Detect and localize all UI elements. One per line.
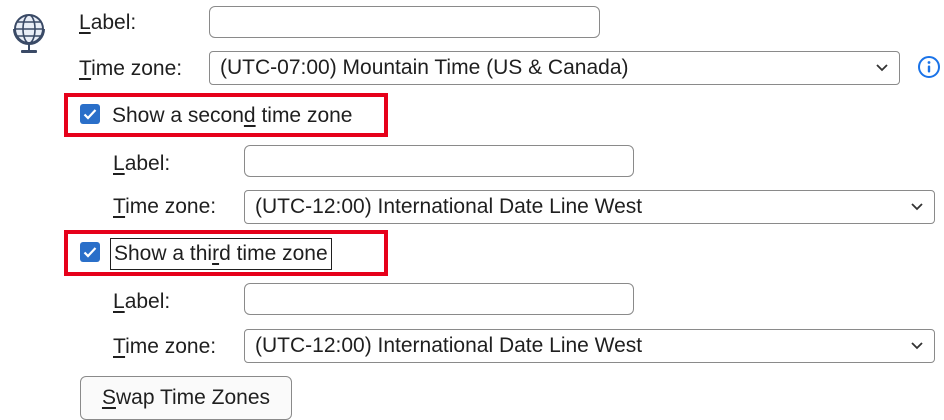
- second-label-caption: Label:: [113, 152, 171, 175]
- third-time-zone-caption: Time zone:: [113, 335, 217, 358]
- chevron-down-icon: [910, 200, 924, 214]
- swap-time-zones-button[interactable]: Swap Time Zones: [80, 376, 292, 420]
- third-time-zone-checkbox[interactable]: [80, 242, 100, 262]
- third-label-caption: Label:: [113, 290, 171, 313]
- time-zone-caption: Time zone:: [79, 57, 183, 80]
- chevron-down-icon: [875, 61, 889, 75]
- checkmark-icon: [83, 109, 97, 120]
- second-time-zone-label[interactable]: Show a second time zone: [112, 103, 353, 129]
- checkmark-icon: [83, 247, 97, 258]
- third-time-zone-label[interactable]: Show a third time zone: [110, 238, 332, 270]
- second-label-field[interactable]: [244, 145, 634, 177]
- third-label-field[interactable]: [244, 283, 634, 315]
- info-icon[interactable]: [917, 55, 941, 79]
- swap-time-zones-label: Swap Time Zones: [101, 386, 271, 409]
- label-field[interactable]: [209, 6, 600, 38]
- second-time-zone-checkbox[interactable]: [80, 104, 100, 124]
- label-caption: Label:: [79, 11, 137, 34]
- third-time-zone-select[interactable]: (UTC-12:00) International Date Line West: [244, 329, 935, 363]
- globe-icon: [10, 10, 48, 58]
- time-zone-select[interactable]: (UTC-07:00) Mountain Time (US & Canada): [209, 51, 900, 85]
- second-time-zone-caption: Time zone:: [113, 195, 217, 218]
- second-time-zone-select[interactable]: (UTC-12:00) International Date Line West: [244, 190, 935, 224]
- chevron-down-icon: [910, 339, 924, 353]
